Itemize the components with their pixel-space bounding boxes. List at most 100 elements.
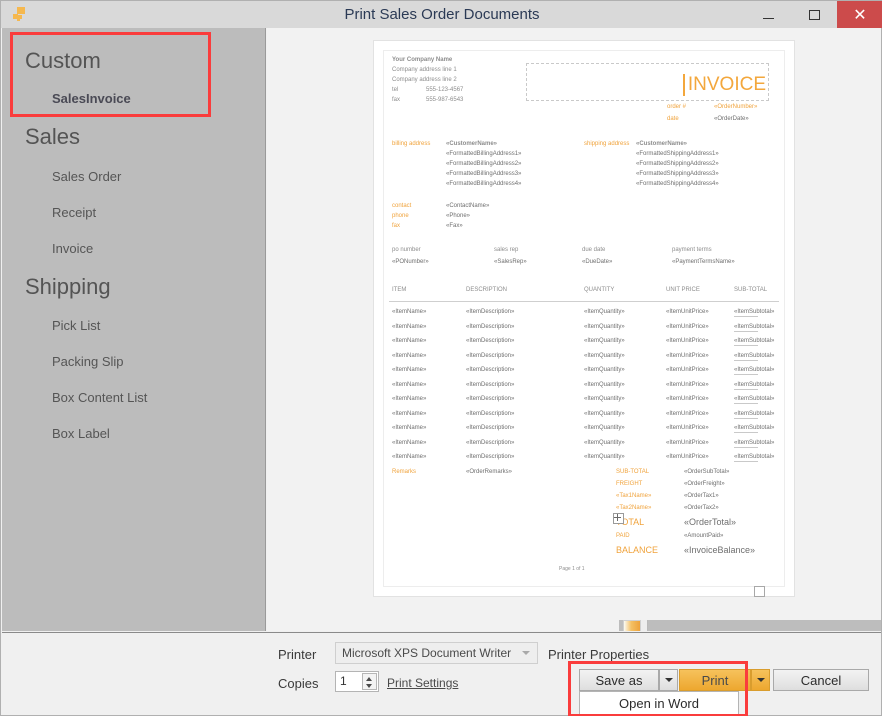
scrollbar-thumb[interactable]: [623, 620, 641, 631]
document-preview-pane[interactable]: Your Company Name Company address line 1…: [267, 28, 881, 631]
item-row-description: «ItemDescription»: [466, 309, 515, 315]
item-row-quantity: «ItemQuantity»: [584, 410, 625, 417]
item-row-unit-price: «ItemUnitPrice»: [666, 454, 709, 460]
item-row-description: «ItemDescription»: [466, 367, 515, 373]
col-header-quantity: QUANTITY: [584, 287, 615, 293]
item-row-subtotal-rule: [734, 330, 758, 332]
item-row-quantity: «ItemQuantity»: [584, 309, 625, 315]
item-row-quantity: «ItemQuantity»: [584, 323, 625, 330]
item-row-unit-price: «ItemUnitPrice»: [666, 439, 709, 446]
scrollbar-grip[interactable]: [641, 620, 648, 631]
printer-select-value: Microsoft XPS Document Writer: [342, 646, 512, 660]
total-label: PAID: [616, 533, 630, 539]
print-dropdown-button[interactable]: [751, 669, 770, 691]
item-row-item: «ItemName»: [392, 367, 427, 373]
sidebar-group-sales-title: Sales: [25, 124, 81, 149]
caret-down-icon: [756, 678, 765, 682]
billing-address-label: billing address: [392, 141, 431, 147]
close-icon: ✕: [853, 6, 867, 24]
printer-label: Printer: [278, 647, 317, 662]
order-number-value: «OrderNumber»: [714, 104, 758, 110]
order-date-label: date: [667, 116, 679, 122]
print-button[interactable]: Print: [679, 669, 751, 691]
total-value: «OrderFreight»: [684, 481, 725, 487]
save-as-dropdown-button[interactable]: [659, 669, 678, 691]
item-row-item: «ItemName»: [392, 381, 427, 388]
item-row-item: «ItemName»: [392, 352, 427, 359]
item-row-item: «ItemName»: [392, 454, 427, 460]
contact-label: contact: [392, 203, 412, 209]
scrollbar-track[interactable]: [619, 620, 881, 631]
item-row-quantity: «ItemQuantity»: [584, 454, 625, 460]
close-button[interactable]: ✕: [837, 1, 882, 28]
maximize-icon: [808, 9, 820, 20]
save-as-button[interactable]: Save as: [579, 669, 659, 691]
total-value: «OrderTax2»: [684, 505, 719, 511]
doc-fax-label: fax: [392, 223, 401, 229]
total-label: «Tax1Name»: [616, 493, 652, 499]
item-row-description: «ItemDescription»: [466, 425, 515, 431]
total-value: «OrderTotal»: [684, 517, 737, 527]
doc-fax-value: «Fax»: [446, 223, 463, 229]
item-row-unit-price: «ItemUnitPrice»: [666, 352, 709, 359]
menu-item-open-in-word[interactable]: Open in Word: [579, 691, 739, 715]
shipping-customer-name: «CustomerName»: [636, 141, 688, 147]
item-row-quantity: «ItemQuantity»: [584, 381, 625, 388]
po-number-value: «PONumber»: [392, 259, 429, 265]
invoice-title-box: INVOICE: [526, 63, 769, 101]
move-handle-icon[interactable]: [613, 513, 624, 524]
total-value: «OrderSubTotal»: [684, 469, 730, 475]
cancel-button[interactable]: Cancel: [773, 669, 869, 691]
sidebar-item-packing-slip[interactable]: Packing Slip: [2, 354, 124, 369]
printer-properties-label[interactable]: Printer Properties: [548, 647, 649, 662]
title-bar: Print Sales Order Documents ✕: [1, 1, 882, 28]
col-header-item: ITEM: [392, 287, 407, 293]
item-row-item: «ItemName»: [392, 425, 427, 431]
shipping-line-4: «FormattedShippingAddress4»: [636, 181, 719, 187]
spinner-down-icon[interactable]: [366, 684, 372, 688]
shipping-line-2: «FormattedShippingAddress2»: [636, 161, 719, 167]
payment-terms-label: payment terms: [672, 247, 712, 253]
sidebar-item-invoice[interactable]: Invoice: [2, 241, 93, 256]
item-row-sub-total: «ItemSubtotal»: [734, 323, 775, 330]
item-row-unit-price: «ItemUnitPrice»: [666, 410, 709, 417]
preview-page: Your Company Name Company address line 1…: [374, 41, 794, 597]
item-row-quantity: «ItemQuantity»: [584, 396, 625, 402]
item-row-subtotal-rule: [734, 417, 758, 419]
item-row-description: «ItemDescription»: [466, 454, 515, 460]
phone-label: phone: [392, 213, 409, 219]
copies-stepper[interactable]: 1: [335, 671, 379, 692]
remarks-label: Remarks: [392, 469, 417, 475]
caret-down-icon: [664, 678, 673, 682]
sidebar-item-salesinvoice[interactable]: SalesInvoice: [2, 91, 131, 106]
maximize-button[interactable]: [791, 1, 837, 28]
preview-horizontal-scrollbar[interactable]: [619, 620, 881, 631]
table-header-rule: [389, 301, 779, 302]
order-date-value: «OrderDate»: [714, 116, 749, 122]
order-number-label: order #: [667, 104, 687, 110]
copies-spinner-buttons[interactable]: [362, 673, 377, 690]
printer-select[interactable]: Microsoft XPS Document Writer: [335, 642, 538, 664]
chevron-down-icon: [522, 651, 530, 655]
sidebar-item-pick-list[interactable]: Pick List: [2, 318, 100, 333]
remarks-value: «OrderRemarks»: [466, 469, 513, 475]
spinner-up-icon[interactable]: [366, 677, 372, 681]
item-row-subtotal-rule: [734, 359, 758, 361]
sidebar-item-box-label[interactable]: Box Label: [2, 426, 110, 441]
sidebar-item-receipt[interactable]: Receipt: [2, 205, 96, 220]
item-row-sub-total: «ItemSubtotal»: [734, 352, 775, 359]
item-row-description: «ItemDescription»: [466, 396, 515, 402]
due-date-label: due date: [582, 247, 606, 253]
minimize-button[interactable]: [745, 1, 791, 28]
item-row-unit-price: «ItemUnitPrice»: [666, 396, 709, 402]
sidebar-item-sales-order[interactable]: Sales Order: [2, 169, 121, 184]
resize-handle-icon[interactable]: [754, 586, 765, 597]
item-row-sub-total: «ItemSubtotal»: [734, 396, 775, 402]
item-row-quantity: «ItemQuantity»: [584, 338, 625, 344]
print-settings-link[interactable]: Print Settings: [387, 676, 458, 690]
total-label: BALANCE: [616, 545, 659, 555]
item-row-subtotal-rule: [734, 374, 758, 375]
sidebar-item-box-content-list[interactable]: Box Content List: [2, 390, 147, 405]
total-label: FREIGHT: [616, 481, 643, 487]
item-row-unit-price: «ItemUnitPrice»: [666, 425, 709, 431]
